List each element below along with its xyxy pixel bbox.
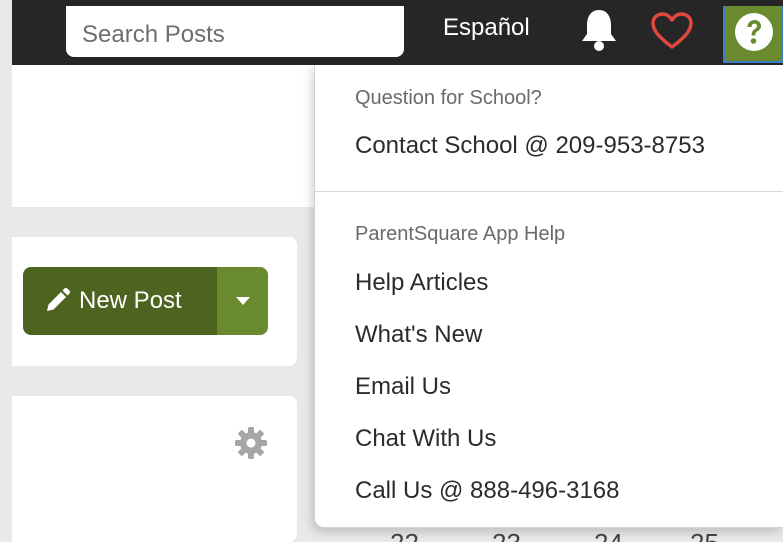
bell-icon[interactable]: [579, 7, 619, 51]
email-us-item[interactable]: Email Us: [355, 373, 451, 401]
top-navbar: Español: [12, 0, 783, 65]
call-us-item[interactable]: Call Us @ 888-496-3168: [355, 477, 620, 505]
whats-new-item[interactable]: What's New: [355, 321, 482, 349]
new-post-label: New Post: [79, 287, 182, 314]
calendar-day[interactable]: 22: [390, 528, 419, 542]
language-link[interactable]: Español: [443, 14, 530, 42]
heart-icon[interactable]: [650, 11, 694, 51]
new-post-button[interactable]: New Post: [23, 267, 217, 335]
calendar-day[interactable]: 25: [690, 528, 719, 542]
settings-card: [12, 396, 297, 542]
gear-icon[interactable]: [234, 426, 268, 465]
new-post-button-group[interactable]: New Post: [23, 267, 268, 335]
menu-divider: [315, 191, 783, 192]
calendar-day[interactable]: 24: [594, 528, 623, 542]
menu-section-header: ParentSquare App Help: [355, 223, 566, 245]
help-articles-item[interactable]: Help Articles: [355, 269, 488, 297]
contact-school-item[interactable]: Contact School @ 209-953-8753: [355, 132, 705, 160]
calendar-day[interactable]: 23: [492, 528, 521, 542]
caret-down-icon: [235, 297, 250, 305]
search-input[interactable]: [66, 6, 404, 57]
menu-section-header: Question for School?: [355, 87, 542, 109]
help-button[interactable]: [723, 6, 783, 63]
pencil-icon: [47, 287, 71, 311]
chat-with-us-item[interactable]: Chat With Us: [355, 425, 496, 453]
question-circle-icon: [735, 13, 773, 51]
new-post-dropdown-toggle[interactable]: [217, 267, 268, 335]
calendar-day-row: 22 23 24 25: [360, 528, 760, 542]
help-dropdown-menu: Question for School? Contact School @ 20…: [314, 65, 783, 528]
